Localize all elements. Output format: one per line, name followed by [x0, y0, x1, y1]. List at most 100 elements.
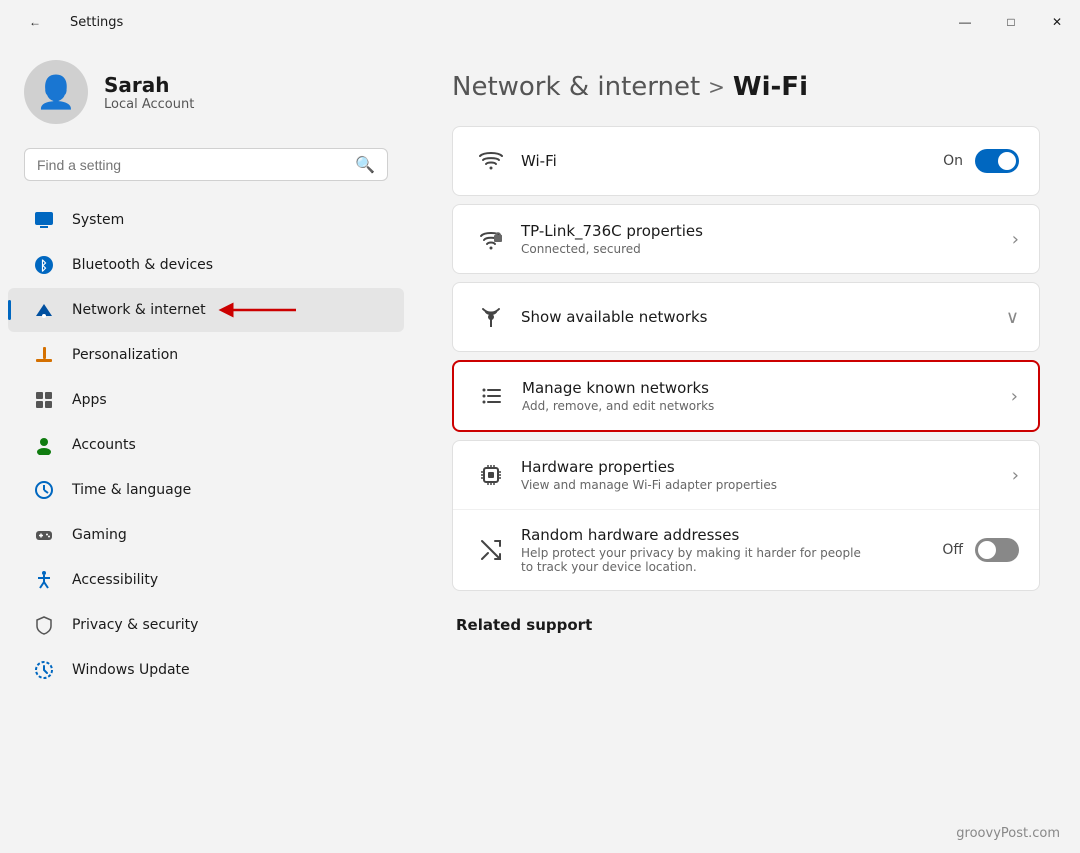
wifi-toggle[interactable]	[975, 149, 1019, 173]
manage-chevron-icon: ›	[1011, 386, 1018, 407]
sidebar-label-gaming: Gaming	[72, 527, 127, 543]
hardware-chevron-icon: ›	[1012, 465, 1019, 486]
titlebar: ← Settings — □ ✕	[0, 0, 1080, 40]
toggle-thumb	[998, 152, 1016, 170]
wifi-value: On	[943, 153, 963, 169]
related-support: Related support	[452, 615, 1040, 634]
sidebar-label-apps: Apps	[72, 392, 107, 408]
user-profile[interactable]: 👤 Sarah Local Account	[0, 40, 412, 144]
maximize-button[interactable]: □	[988, 6, 1034, 38]
search-box[interactable]: 🔍	[24, 148, 388, 181]
sidebar-item-system[interactable]: System	[8, 198, 404, 242]
wifi-card: Wi-Fi On	[452, 126, 1040, 196]
tplink-subtitle: Connected, secured	[521, 242, 1012, 256]
manage-networks-row[interactable]: Manage known networks Add, remove, and e…	[454, 362, 1038, 430]
sidebar-label-system: System	[72, 212, 124, 228]
random-addresses-action: Off	[942, 538, 1019, 562]
bluetooth-icon: ᛒ	[32, 253, 56, 277]
network-antenna-icon	[473, 299, 509, 335]
user-name: Sarah	[104, 73, 194, 97]
hardware-subtitle: View and manage Wi-Fi adapter properties	[521, 478, 1012, 492]
hardware-action: ›	[1012, 465, 1019, 486]
sidebar-item-bluetooth[interactable]: ᛒ Bluetooth & devices	[8, 243, 404, 287]
sidebar-item-apps[interactable]: Apps	[8, 378, 404, 422]
related-support-title: Related support	[456, 616, 592, 634]
sidebar-label-accessibility: Accessibility	[72, 572, 158, 588]
apps-icon	[32, 388, 56, 412]
wifi-icon	[473, 143, 509, 179]
chevron-right-icon: ›	[1012, 229, 1019, 250]
gaming-icon	[32, 523, 56, 547]
app-title: Settings	[70, 15, 123, 30]
user-account-type: Local Account	[104, 97, 194, 112]
tplink-title: TP-Link_736C properties	[521, 222, 1012, 240]
breadcrumb-parent: Network & internet	[452, 72, 700, 102]
show-networks-title: Show available networks	[521, 308, 1006, 326]
windows-update-icon	[32, 658, 56, 682]
manage-networks-title: Manage known networks	[522, 379, 1011, 397]
sidebar-item-accounts[interactable]: Accounts	[8, 423, 404, 467]
wifi-title: Wi-Fi	[521, 152, 943, 170]
search-input[interactable]	[37, 157, 355, 173]
manage-networks-card: Manage known networks Add, remove, and e…	[452, 360, 1040, 432]
random-addresses-title: Random hardware addresses	[521, 526, 942, 544]
breadcrumb: Network & internet > Wi-Fi	[452, 72, 1040, 102]
sidebar-item-gaming[interactable]: Gaming	[8, 513, 404, 557]
hardware-card: Hardware properties View and manage Wi-F…	[452, 440, 1040, 591]
wifi-toggle-row[interactable]: Wi-Fi On	[453, 127, 1039, 195]
sidebar-item-network[interactable]: Network & internet	[8, 288, 404, 332]
sidebar-label-privacy: Privacy & security	[72, 617, 198, 633]
privacy-icon	[32, 613, 56, 637]
avatar-icon: 👤	[36, 73, 76, 111]
window-controls: — □ ✕	[942, 6, 1080, 38]
arrow-annotation	[218, 298, 298, 322]
random-addresses-toggle[interactable]	[975, 538, 1019, 562]
back-button[interactable]: ←	[12, 6, 58, 38]
chevron-down-icon: ∨	[1006, 307, 1019, 328]
breadcrumb-current: Wi-Fi	[733, 72, 808, 102]
personalization-icon	[32, 343, 56, 367]
svg-text:ᛒ: ᛒ	[40, 259, 48, 274]
random-addresses-subtitle: Help protect your privacy by making it h…	[521, 546, 861, 574]
wifi-lock-icon	[473, 221, 509, 257]
sidebar-item-privacy[interactable]: Privacy & security	[8, 603, 404, 647]
random-addresses-row[interactable]: Random hardware addresses Help protect y…	[453, 510, 1039, 590]
search-icon: 🔍	[355, 155, 375, 174]
close-button[interactable]: ✕	[1034, 6, 1080, 38]
sidebar-label-time: Time & language	[72, 482, 191, 498]
random-addresses-text: Random hardware addresses Help protect y…	[521, 526, 942, 574]
sidebar-label-network: Network & internet	[72, 302, 206, 318]
app-container: 👤 Sarah Local Account 🔍 System	[0, 40, 1080, 853]
tplink-action: ›	[1012, 229, 1019, 250]
tplink-text: TP-Link_736C properties Connected, secur…	[521, 222, 1012, 256]
show-networks-action: ∨	[1006, 307, 1019, 328]
shuffle-icon	[473, 532, 509, 568]
time-icon	[32, 478, 56, 502]
hardware-text: Hardware properties View and manage Wi-F…	[521, 458, 1012, 492]
sidebar-item-windows-update[interactable]: Windows Update	[8, 648, 404, 692]
sidebar-label-accounts: Accounts	[72, 437, 136, 453]
show-networks-card: Show available networks ∨	[452, 282, 1040, 352]
minimize-button[interactable]: —	[942, 6, 988, 38]
network-icon	[32, 298, 56, 322]
show-networks-row[interactable]: Show available networks ∨	[453, 283, 1039, 351]
manage-networks-action: ›	[1011, 386, 1018, 407]
user-info: Sarah Local Account	[104, 73, 194, 112]
accessibility-icon	[32, 568, 56, 592]
sidebar-label-personalization: Personalization	[72, 347, 178, 363]
hardware-properties-row[interactable]: Hardware properties View and manage Wi-F…	[453, 441, 1039, 510]
manage-networks-subtitle: Add, remove, and edit networks	[522, 399, 1011, 413]
main-content: Network & internet > Wi-Fi Wi-Fi	[412, 40, 1080, 853]
show-networks-text: Show available networks	[521, 308, 1006, 326]
sidebar-item-accessibility[interactable]: Accessibility	[8, 558, 404, 602]
sidebar-item-time[interactable]: Time & language	[8, 468, 404, 512]
system-icon	[32, 208, 56, 232]
sidebar: 👤 Sarah Local Account 🔍 System	[0, 40, 412, 853]
sidebar-item-personalization[interactable]: Personalization	[8, 333, 404, 377]
toggle-thumb-off	[978, 541, 996, 559]
tplink-row[interactable]: TP-Link_736C properties Connected, secur…	[453, 205, 1039, 273]
nav-items: System ᛒ Bluetooth & devices	[0, 197, 412, 693]
sidebar-label-windows-update: Windows Update	[72, 662, 190, 678]
avatar: 👤	[24, 60, 88, 124]
wifi-row-text: Wi-Fi	[521, 152, 943, 170]
